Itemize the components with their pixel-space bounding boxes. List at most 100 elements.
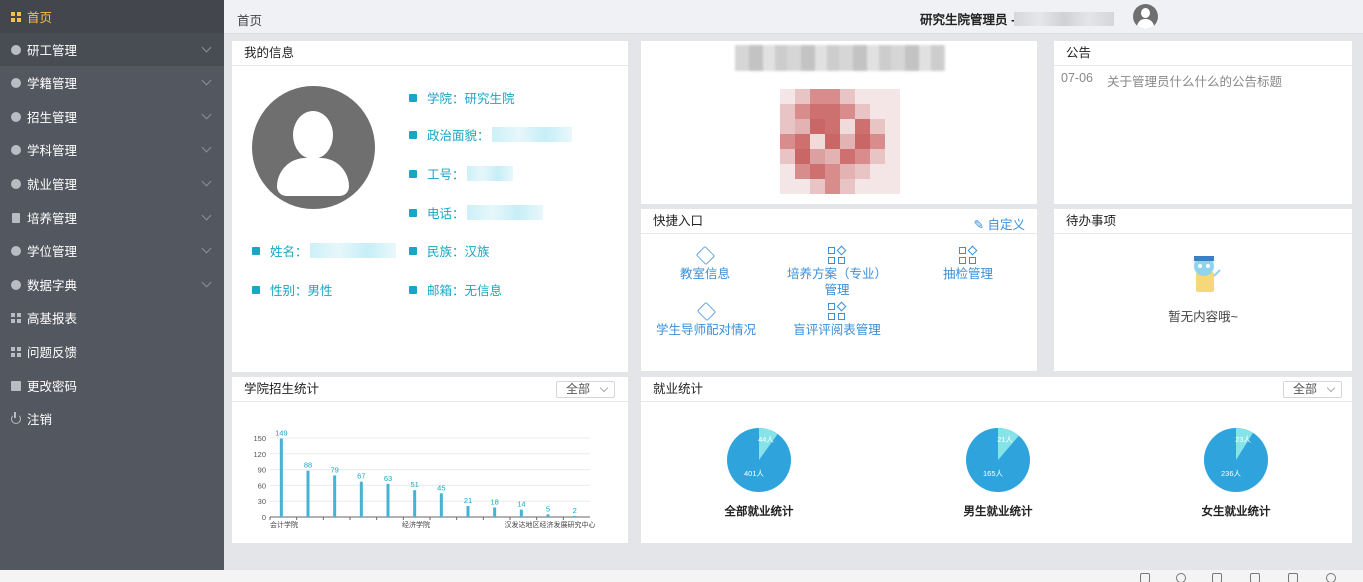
top-header: 首页 研究生院管理员 - xyxy=(224,0,1363,34)
mosaic-tile xyxy=(855,179,870,194)
mosaic-tile xyxy=(870,89,885,104)
mosaic-tile xyxy=(810,134,825,149)
user-icon xyxy=(252,246,260,255)
apps-icon xyxy=(827,301,847,320)
pie-slice-label: 23人 xyxy=(1235,435,1251,444)
avatar[interactable] xyxy=(1133,4,1158,29)
pie-slice-label: 236人 xyxy=(1221,469,1242,478)
bar-value-label: 2 xyxy=(573,506,577,515)
mosaic-tile xyxy=(840,164,855,179)
sidebar-item-label: 首页 xyxy=(27,11,53,25)
sidebar-item-discipline[interactable]: 学科管理 xyxy=(0,133,224,166)
mosaic-tile xyxy=(885,164,900,179)
chevron-down-icon xyxy=(201,42,212,53)
bar[interactable] xyxy=(413,490,417,517)
sidebar-item-research[interactable]: 研工管理 xyxy=(0,33,224,66)
mosaic-tile xyxy=(780,134,795,149)
mosaic-tile xyxy=(825,119,840,134)
dot-icon xyxy=(10,245,21,256)
mosaic-tile xyxy=(810,119,825,134)
ethnicity-field: 民族：汉族 xyxy=(409,241,490,260)
dot-icon xyxy=(10,111,21,122)
bar[interactable] xyxy=(466,505,470,517)
mosaic-tile xyxy=(885,149,900,164)
pie-title: 全部就业统计 xyxy=(724,506,794,518)
redacted-school-logo xyxy=(780,89,900,194)
bar[interactable] xyxy=(493,507,497,517)
mosaic-tile xyxy=(885,119,900,134)
bar[interactable] xyxy=(386,483,390,517)
user-name-redacted xyxy=(1014,12,1114,26)
copy-icon[interactable] xyxy=(1288,573,1298,582)
mosaic-tile xyxy=(780,89,795,104)
grid-icon xyxy=(10,312,21,323)
quick-training-plan[interactable]: 培养方案（专业）管理 xyxy=(787,245,887,298)
quick-student-advisor[interactable]: 学生导师配对情况 xyxy=(653,301,759,338)
mascot-icon xyxy=(1194,256,1221,292)
sidebar-item-reports[interactable]: 高基报表 xyxy=(0,301,224,334)
dot-icon xyxy=(10,178,21,189)
user-role-label: 研究生院管理员 - xyxy=(920,13,1016,27)
x-tick-label: 汉发达地区经济发展研究中心 xyxy=(505,520,596,529)
mosaic-tile xyxy=(780,164,795,179)
y-tick-label: 150 xyxy=(253,434,266,443)
mosaic-tile xyxy=(780,119,795,134)
bar[interactable] xyxy=(359,481,363,517)
bar-value-label: 14 xyxy=(517,500,525,509)
mosaic-tile xyxy=(795,119,810,134)
sidebar-item-logout[interactable]: 注销 xyxy=(0,402,224,435)
sidebar-item-change-password[interactable]: 更改密码 xyxy=(0,369,224,402)
sidebar-item-label: 学籍管理 xyxy=(27,77,78,91)
people-icon xyxy=(409,246,417,255)
chevron-down-icon xyxy=(201,243,212,254)
pie-title: 女生就业统计 xyxy=(1201,506,1271,518)
sidebar-item-label: 学科管理 xyxy=(27,144,78,158)
mosaic-tile xyxy=(840,149,855,164)
quick-sampling-management[interactable]: 抽检管理 xyxy=(938,245,998,282)
bar[interactable] xyxy=(306,470,310,517)
mosaic-tile xyxy=(870,134,885,149)
sidebar-item-home[interactable]: 首页 xyxy=(0,0,224,33)
mosaic-tile xyxy=(825,164,840,179)
bar-value-label: 18 xyxy=(490,498,498,507)
speaker-icon[interactable] xyxy=(1250,573,1260,582)
sidebar-item-degree[interactable]: 学位管理 xyxy=(0,234,224,267)
mosaic-tile xyxy=(855,149,870,164)
chevron-down-icon xyxy=(201,277,212,288)
sidebar-item-status[interactable]: 学籍管理 xyxy=(0,66,224,99)
y-tick-label: 30 xyxy=(258,497,266,506)
bar[interactable] xyxy=(546,514,550,517)
sidebar-item-feedback[interactable]: 问题反馈 xyxy=(0,335,224,368)
bar[interactable] xyxy=(333,475,337,517)
profile-avatar xyxy=(252,86,375,209)
customize-button[interactable]: ✎ 自定义 xyxy=(974,214,1025,233)
phone-icon xyxy=(409,208,417,217)
trash-icon[interactable] xyxy=(1212,573,1222,582)
doc-icon xyxy=(10,212,21,223)
sidebar-item-label: 学位管理 xyxy=(27,245,78,259)
bar[interactable] xyxy=(439,493,443,517)
sidebar-item-enrollment[interactable]: 招生管理 xyxy=(0,100,224,133)
bar-value-label: 5 xyxy=(546,504,550,513)
mosaic-tile xyxy=(795,164,810,179)
search-icon[interactable] xyxy=(1326,573,1336,582)
sidebar-item-training[interactable]: 培养管理 xyxy=(0,201,224,234)
chevron-down-icon xyxy=(201,142,212,153)
quick-blind-review[interactable]: 盲评评阅表管理 xyxy=(787,301,887,338)
bar[interactable] xyxy=(279,438,283,517)
chevron-down-icon xyxy=(201,109,212,120)
sidebar-item-dictionary[interactable]: 数据字典 xyxy=(0,268,224,301)
bar[interactable] xyxy=(519,509,523,517)
mosaic-tile xyxy=(870,119,885,134)
rocket-icon[interactable] xyxy=(1140,573,1150,582)
notice-link[interactable]: 关于管理员什么什么的公告标题 xyxy=(1107,71,1282,90)
apps-icon xyxy=(958,245,978,264)
mosaic-tile xyxy=(840,179,855,194)
bar-value-label: 45 xyxy=(437,483,445,492)
quick-classroom-info[interactable]: 教室信息 xyxy=(675,245,735,282)
sidebar-item-employment[interactable]: 就业管理 xyxy=(0,167,224,200)
bar[interactable] xyxy=(573,515,577,517)
mosaic-tile xyxy=(840,104,855,119)
globe-icon[interactable] xyxy=(1176,573,1186,582)
breadcrumb[interactable]: 首页 xyxy=(237,10,262,29)
